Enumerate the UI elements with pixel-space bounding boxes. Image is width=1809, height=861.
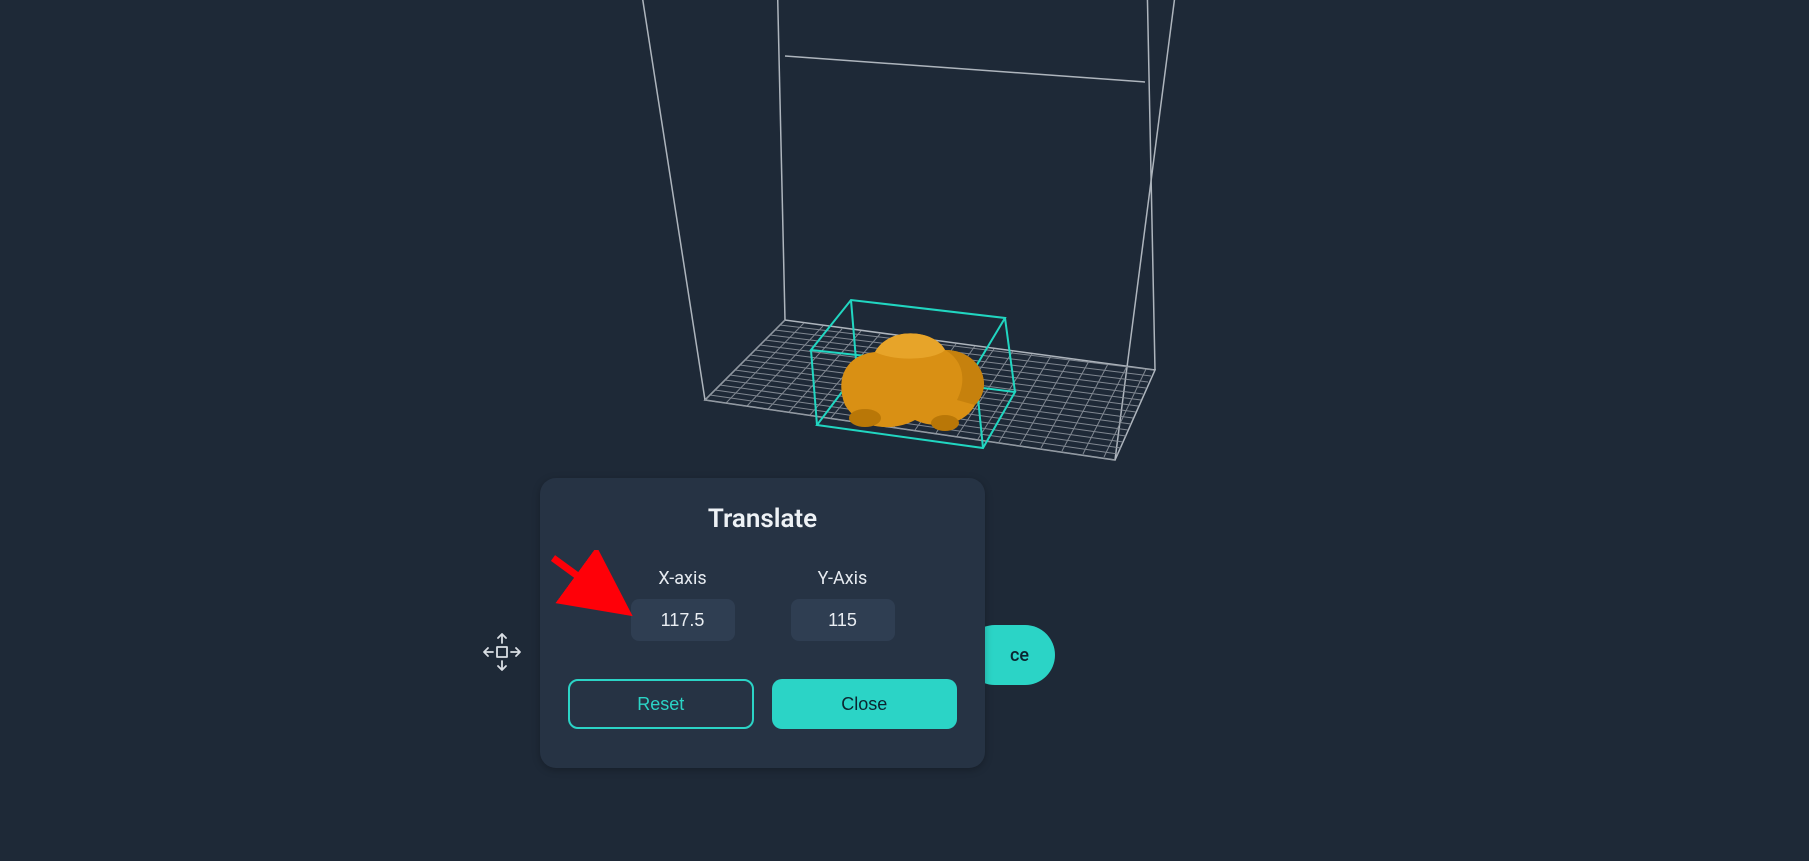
panel-title: Translate <box>708 504 817 534</box>
x-field: X-axis <box>631 568 735 641</box>
reset-button[interactable]: Reset <box>568 679 754 729</box>
button-row: Reset Close <box>564 679 961 729</box>
x-axis-input[interactable] <box>631 599 735 641</box>
scene-svg <box>145 0 1665 520</box>
fields-row: X-axis Y-Axis <box>631 568 895 641</box>
translate-panel: Translate X-axis Y-Axis Reset Close <box>540 478 985 768</box>
y-axis-input[interactable] <box>791 599 895 641</box>
y-field: Y-Axis <box>791 568 895 641</box>
model-3d <box>841 333 984 431</box>
move-icon[interactable] <box>480 630 524 674</box>
y-axis-label: Y-Axis <box>818 568 868 589</box>
x-axis-label: X-axis <box>658 568 706 589</box>
hidden-action-label: ce <box>1010 645 1029 666</box>
close-button[interactable]: Close <box>772 679 958 729</box>
